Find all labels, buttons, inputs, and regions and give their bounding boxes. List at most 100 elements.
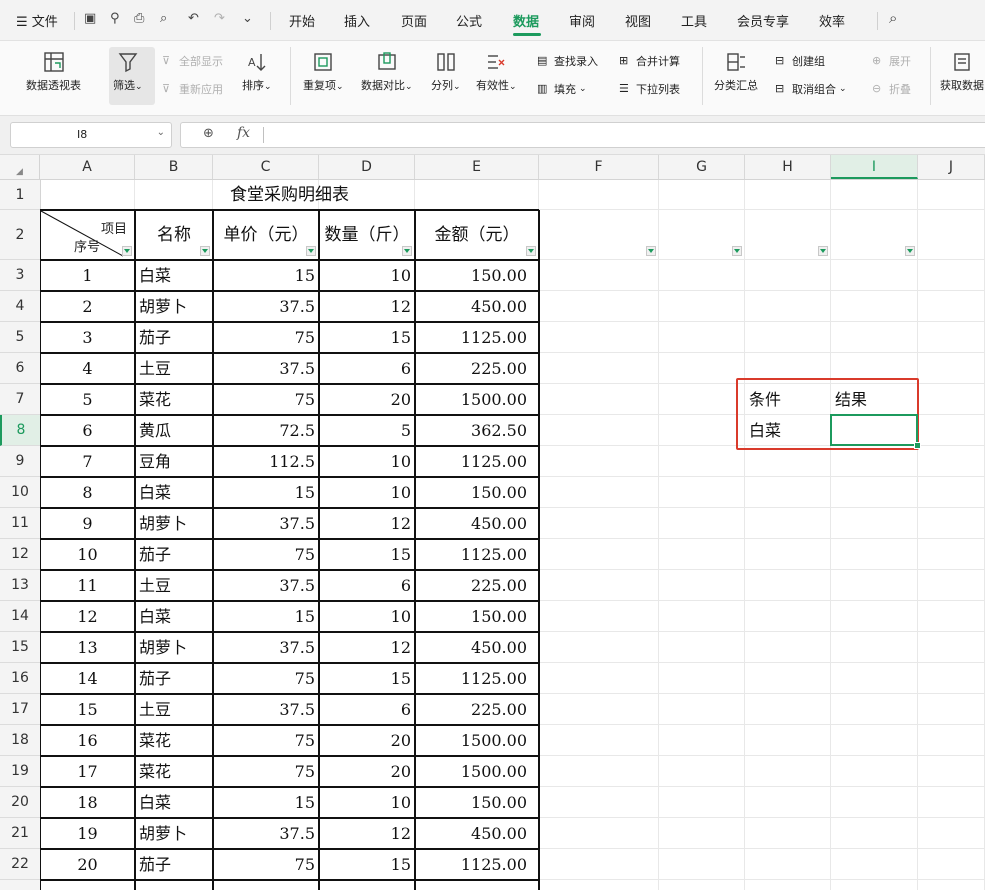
price-cell[interactable]: 75: [213, 539, 319, 570]
price-cell[interactable]: 75: [213, 725, 319, 756]
name-cell[interactable]: 茄子: [135, 322, 213, 353]
row-header-7[interactable]: 7: [0, 384, 40, 415]
tab-review[interactable]: 审阅: [569, 11, 595, 30]
diagonal-header-cell[interactable]: 项目 序号: [40, 210, 135, 260]
undo-icon[interactable]: ↶: [188, 11, 199, 26]
amount-cell[interactable]: 450.00: [415, 291, 539, 322]
serial-cell[interactable]: 8: [40, 477, 135, 508]
column-header-f[interactable]: F: [539, 155, 659, 179]
function-icon[interactable]: fx: [237, 125, 250, 141]
qty-cell[interactable]: 12: [319, 291, 415, 322]
amount-cell[interactable]: 150.00: [415, 787, 539, 818]
name-box[interactable]: I8 ⌄: [10, 122, 172, 148]
name-cell[interactable]: 胡萝卜: [135, 818, 213, 849]
dropdown-list-button[interactable]: ☰ 下拉列表: [619, 81, 680, 97]
serial-cell[interactable]: 11: [40, 570, 135, 601]
data-compare-button[interactable]: 数据对比⌄: [361, 51, 413, 93]
amount-cell[interactable]: 450.00: [415, 632, 539, 663]
price-cell[interactable]: 37.5: [213, 570, 319, 601]
row-header-12[interactable]: 12: [0, 539, 40, 570]
qty-cell[interactable]: 12: [319, 508, 415, 539]
serial-cell[interactable]: 4: [40, 353, 135, 384]
amount-cell[interactable]: 1125.00: [415, 446, 539, 477]
qty-cell[interactable]: 10: [319, 787, 415, 818]
amount-cell[interactable]: 150.00: [415, 601, 539, 632]
row-header-20[interactable]: 20: [0, 787, 40, 818]
price-cell[interactable]: 37.5: [213, 818, 319, 849]
price-cell[interactable]: 75: [213, 322, 319, 353]
fill-handle[interactable]: [914, 442, 921, 449]
ungroup-button[interactable]: ⊟ 取消组合 ⌄: [775, 81, 847, 97]
serial-cell[interactable]: 13: [40, 632, 135, 663]
filter-dropdown-icon[interactable]: [905, 246, 915, 256]
active-cell-outline[interactable]: [830, 414, 918, 446]
amount-cell[interactable]: 225.00: [415, 570, 539, 601]
sheet-title[interactable]: 食堂采购明细表: [40, 180, 539, 210]
tab-view[interactable]: 视图: [625, 11, 651, 30]
serial-cell[interactable]: 1: [40, 260, 135, 291]
column-header-j[interactable]: J: [918, 155, 985, 179]
filter-button[interactable]: 筛选⌄: [113, 51, 143, 93]
row-header-2[interactable]: 2: [0, 210, 40, 260]
sort-button[interactable]: A 排序⌄: [242, 51, 272, 93]
fill-button[interactable]: ▥ 填充 ⌄: [537, 81, 587, 97]
qty-cell[interactable]: 6: [319, 353, 415, 384]
row-header-21[interactable]: 21: [0, 818, 40, 849]
name-cell[interactable]: 白菜: [135, 477, 213, 508]
column-header-a[interactable]: A: [40, 155, 135, 179]
row-header-13[interactable]: 13: [0, 570, 40, 601]
create-group-button[interactable]: ⊟ 创建组: [775, 53, 825, 69]
amount-cell[interactable]: 150.00: [415, 477, 539, 508]
name-cell[interactable]: 茄子: [135, 539, 213, 570]
qty-cell[interactable]: 15: [319, 849, 415, 880]
name-cell[interactable]: 豆角: [135, 446, 213, 477]
row-header-10[interactable]: 10: [0, 477, 40, 508]
row-header-8[interactable]: 8: [0, 415, 40, 446]
price-cell[interactable]: 15: [213, 787, 319, 818]
price-cell[interactable]: 37.5: [213, 694, 319, 725]
expand-button[interactable]: ⊕ 展开: [872, 53, 911, 69]
serial-cell[interactable]: 20: [40, 849, 135, 880]
price-cell[interactable]: 75: [213, 663, 319, 694]
print-icon[interactable]: ⎙: [134, 11, 144, 26]
amount-cell[interactable]: 450.00: [415, 508, 539, 539]
qty-cell[interactable]: 5: [319, 415, 415, 446]
row-header-6[interactable]: 6: [0, 353, 40, 384]
price-cell[interactable]: 37.5: [213, 508, 319, 539]
name-cell[interactable]: 土豆: [135, 570, 213, 601]
name-cell[interactable]: 黄瓜: [135, 415, 213, 446]
filter-dropdown-icon[interactable]: [818, 246, 828, 256]
qty-cell[interactable]: 6: [319, 570, 415, 601]
row-header-22[interactable]: 22: [0, 849, 40, 880]
name-cell[interactable]: 白菜: [135, 787, 213, 818]
row-header-4[interactable]: 4: [0, 291, 40, 322]
row-header-18[interactable]: 18: [0, 725, 40, 756]
serial-cell[interactable]: 15: [40, 694, 135, 725]
column-header-d[interactable]: D: [319, 155, 415, 179]
tab-tools[interactable]: 工具: [681, 11, 707, 30]
name-cell[interactable]: 茄子: [135, 849, 213, 880]
price-cell[interactable]: 112.5: [213, 446, 319, 477]
filter-dropdown-icon[interactable]: [732, 246, 742, 256]
serial-cell[interactable]: 2: [40, 291, 135, 322]
column-header-e[interactable]: E: [415, 155, 539, 179]
serial-cell[interactable]: 10: [40, 539, 135, 570]
select-all-corner[interactable]: ◢: [0, 155, 40, 179]
tab-data[interactable]: 数据: [513, 11, 539, 30]
amount-cell[interactable]: 150.00: [415, 260, 539, 291]
qty-cell[interactable]: 20: [319, 384, 415, 415]
filter-dropdown-icon[interactable]: [306, 246, 316, 256]
split-columns-button[interactable]: 分列⌄: [431, 51, 461, 93]
amount-cell[interactable]: 362.50: [415, 415, 539, 446]
name-cell[interactable]: 白菜: [135, 601, 213, 632]
amount-cell[interactable]: 1125.00: [415, 849, 539, 880]
redo-icon[interactable]: ↷: [214, 11, 225, 26]
search-icon[interactable]: ⌕: [889, 9, 897, 27]
amount-cell[interactable]: 1125.00: [415, 539, 539, 570]
zoom-icon[interactable]: ⊕: [203, 126, 214, 141]
get-data-button[interactable]: 获取数据: [940, 51, 984, 93]
serial-cell[interactable]: 3: [40, 322, 135, 353]
tab-member[interactable]: 会员专享: [737, 11, 789, 30]
save-icon[interactable]: ▣: [84, 11, 96, 26]
row-header-1[interactable]: 1: [0, 180, 40, 210]
